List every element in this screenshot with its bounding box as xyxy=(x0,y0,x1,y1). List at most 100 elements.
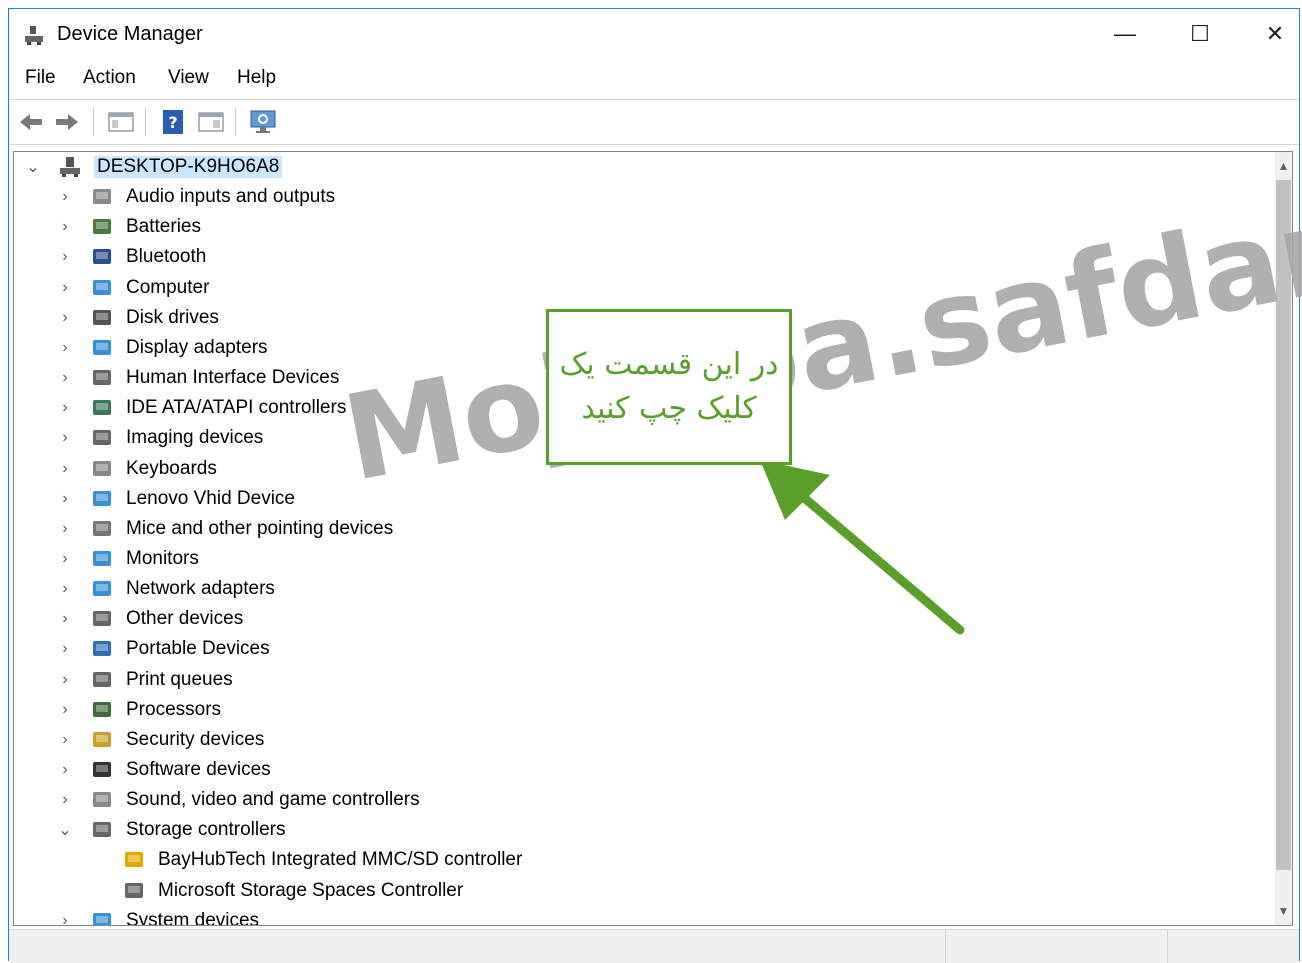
forward-button[interactable] xyxy=(51,107,83,137)
chevron-right-icon[interactable]: › xyxy=(56,610,74,628)
category-label[interactable]: Network adapters xyxy=(126,578,275,600)
chevron-right-icon[interactable]: › xyxy=(56,761,74,779)
category-label[interactable]: Mice and other pointing devices xyxy=(126,518,393,540)
chevron-right-icon[interactable]: › xyxy=(56,671,74,689)
scan-hardware-button[interactable] xyxy=(247,107,279,137)
category-label[interactable]: System devices xyxy=(126,910,259,925)
category-label[interactable]: Monitors xyxy=(126,548,199,570)
vertical-scrollbar[interactable]: ▲ ▼ xyxy=(1275,152,1292,925)
category-label[interactable]: Security devices xyxy=(126,729,264,751)
tree-category-item[interactable]: ⌄ Storage controllers xyxy=(56,815,285,845)
scrollbar-thumb[interactable] xyxy=(1276,180,1291,870)
chevron-right-icon[interactable]: › xyxy=(56,369,74,387)
chevron-down-icon[interactable]: ⌄ xyxy=(24,158,42,176)
chevron-down-icon[interactable]: ⌄ xyxy=(56,821,74,839)
chevron-right-icon[interactable]: › xyxy=(56,520,74,538)
tree-category-item[interactable]: › Disk drives xyxy=(56,303,219,333)
title-bar[interactable]: Device Manager — ☐ ✕ xyxy=(9,9,1299,59)
close-button[interactable]: ✕ xyxy=(1239,9,1302,59)
tree-category-item[interactable]: › Imaging devices xyxy=(56,423,263,453)
chevron-right-icon[interactable]: › xyxy=(56,399,74,417)
menu-action[interactable]: Action xyxy=(83,67,136,89)
chevron-right-icon[interactable]: › xyxy=(56,429,74,447)
chevron-right-icon[interactable]: › xyxy=(56,550,74,568)
callout-text: در این قسمت یک کلیک چپ کنید xyxy=(559,347,779,426)
category-label[interactable]: Display adapters xyxy=(126,337,268,359)
chevron-right-icon[interactable]: › xyxy=(56,912,74,925)
toolbar: ? xyxy=(9,99,1299,145)
chevron-right-icon[interactable]: › xyxy=(56,731,74,749)
status-pane xyxy=(1167,930,1288,963)
chevron-right-icon[interactable]: › xyxy=(56,309,74,327)
tree-category-item[interactable]: › Bluetooth xyxy=(56,242,206,272)
tree-category-item[interactable]: › Network adapters xyxy=(56,574,275,604)
help-button[interactable]: ? xyxy=(157,107,189,137)
chevron-right-icon[interactable]: › xyxy=(56,339,74,357)
category-label[interactable]: Batteries xyxy=(126,216,201,238)
chevron-right-icon[interactable]: › xyxy=(56,218,74,236)
minimize-button[interactable]: — xyxy=(1089,9,1161,59)
chevron-right-icon[interactable]: › xyxy=(56,248,74,266)
chevron-right-icon[interactable]: › xyxy=(56,490,74,508)
tree-category-item[interactable]: › System devices xyxy=(56,906,259,925)
category-label[interactable]: Portable Devices xyxy=(126,638,270,660)
scroll-down-icon[interactable]: ▼ xyxy=(1275,901,1292,921)
category-label[interactable]: IDE ATA/ATAPI controllers xyxy=(126,397,346,419)
tree-device-item[interactable]: BayHubTech Integrated MMC/SD controller xyxy=(122,845,522,875)
category-label[interactable]: Imaging devices xyxy=(126,427,263,449)
category-label[interactable]: Print queues xyxy=(126,669,233,691)
chevron-right-icon[interactable]: › xyxy=(56,460,74,478)
tree-category-item[interactable]: › Human Interface Devices xyxy=(56,363,339,393)
category-label[interactable]: Other devices xyxy=(126,608,243,630)
category-label[interactable]: Software devices xyxy=(126,759,271,781)
tree-category-item[interactable]: › Keyboards xyxy=(56,454,217,484)
device-tree[interactable]: ⌄ DESKTOP-K9HO6A8 › Audio inputs and outp… xyxy=(13,151,1293,926)
tree-category-item[interactable]: › Audio inputs and outputs xyxy=(56,182,335,212)
category-label[interactable]: Human Interface Devices xyxy=(126,367,339,389)
chevron-right-icon[interactable]: › xyxy=(56,580,74,598)
scroll-up-icon[interactable]: ▲ xyxy=(1275,156,1292,176)
tree-device-item[interactable]: Microsoft Storage Spaces Controller xyxy=(122,876,463,906)
tree-category-item[interactable]: › Mice and other pointing devices xyxy=(56,514,393,544)
tree-category-item[interactable]: › IDE ATA/ATAPI controllers xyxy=(56,393,346,423)
bluetooth-icon xyxy=(93,249,111,264)
update-driver-button[interactable] xyxy=(195,107,227,137)
tree-category-item[interactable]: › Other devices xyxy=(56,604,243,634)
menu-view[interactable]: View xyxy=(168,67,209,89)
category-label[interactable]: Storage controllers xyxy=(126,819,285,841)
category-label[interactable]: Disk drives xyxy=(126,307,219,329)
tree-category-item[interactable]: › Batteries xyxy=(56,212,201,242)
tree-category-item[interactable]: › Display adapters xyxy=(56,333,268,363)
show-hide-tree-button[interactable] xyxy=(105,107,137,137)
maximize-button[interactable]: ☐ xyxy=(1164,9,1236,59)
menu-file[interactable]: File xyxy=(25,67,56,89)
tree-root[interactable]: ⌄ DESKTOP-K9HO6A8 xyxy=(24,152,283,182)
disk-drive-icon xyxy=(93,310,111,325)
chevron-right-icon[interactable]: › xyxy=(56,701,74,719)
menu-help[interactable]: Help xyxy=(237,67,276,89)
device-label[interactable]: Microsoft Storage Spaces Controller xyxy=(158,880,463,902)
tree-category-item[interactable]: › Security devices xyxy=(56,725,264,755)
tree-category-item[interactable]: › Sound, video and game controllers xyxy=(56,785,420,815)
device-label[interactable]: BayHubTech Integrated MMC/SD controller xyxy=(158,849,522,871)
tree-category-item[interactable]: › Software devices xyxy=(56,755,271,785)
chevron-right-icon[interactable]: › xyxy=(56,279,74,297)
category-label[interactable]: Bluetooth xyxy=(126,246,206,268)
category-label[interactable]: Audio inputs and outputs xyxy=(126,186,335,208)
category-label[interactable]: Sound, video and game controllers xyxy=(126,789,420,811)
tree-category-item[interactable]: › Monitors xyxy=(56,544,199,574)
category-label[interactable]: Keyboards xyxy=(126,458,217,480)
computer-name[interactable]: DESKTOP-K9HO6A8 xyxy=(94,156,283,178)
category-label[interactable]: Lenovo Vhid Device xyxy=(126,488,295,510)
tree-category-item[interactable]: › Processors xyxy=(56,695,221,725)
back-button[interactable] xyxy=(15,107,47,137)
category-label[interactable]: Processors xyxy=(126,699,221,721)
tree-category-item[interactable]: › Print queues xyxy=(56,665,233,695)
chevron-right-icon[interactable]: › xyxy=(56,640,74,658)
chevron-right-icon[interactable]: › xyxy=(56,188,74,206)
tree-category-item[interactable]: › Lenovo Vhid Device xyxy=(56,484,295,514)
tree-category-item[interactable]: › Portable Devices xyxy=(56,634,270,664)
tree-category-item[interactable]: › Computer xyxy=(56,273,209,303)
category-label[interactable]: Computer xyxy=(126,277,209,299)
chevron-right-icon[interactable]: › xyxy=(56,791,74,809)
